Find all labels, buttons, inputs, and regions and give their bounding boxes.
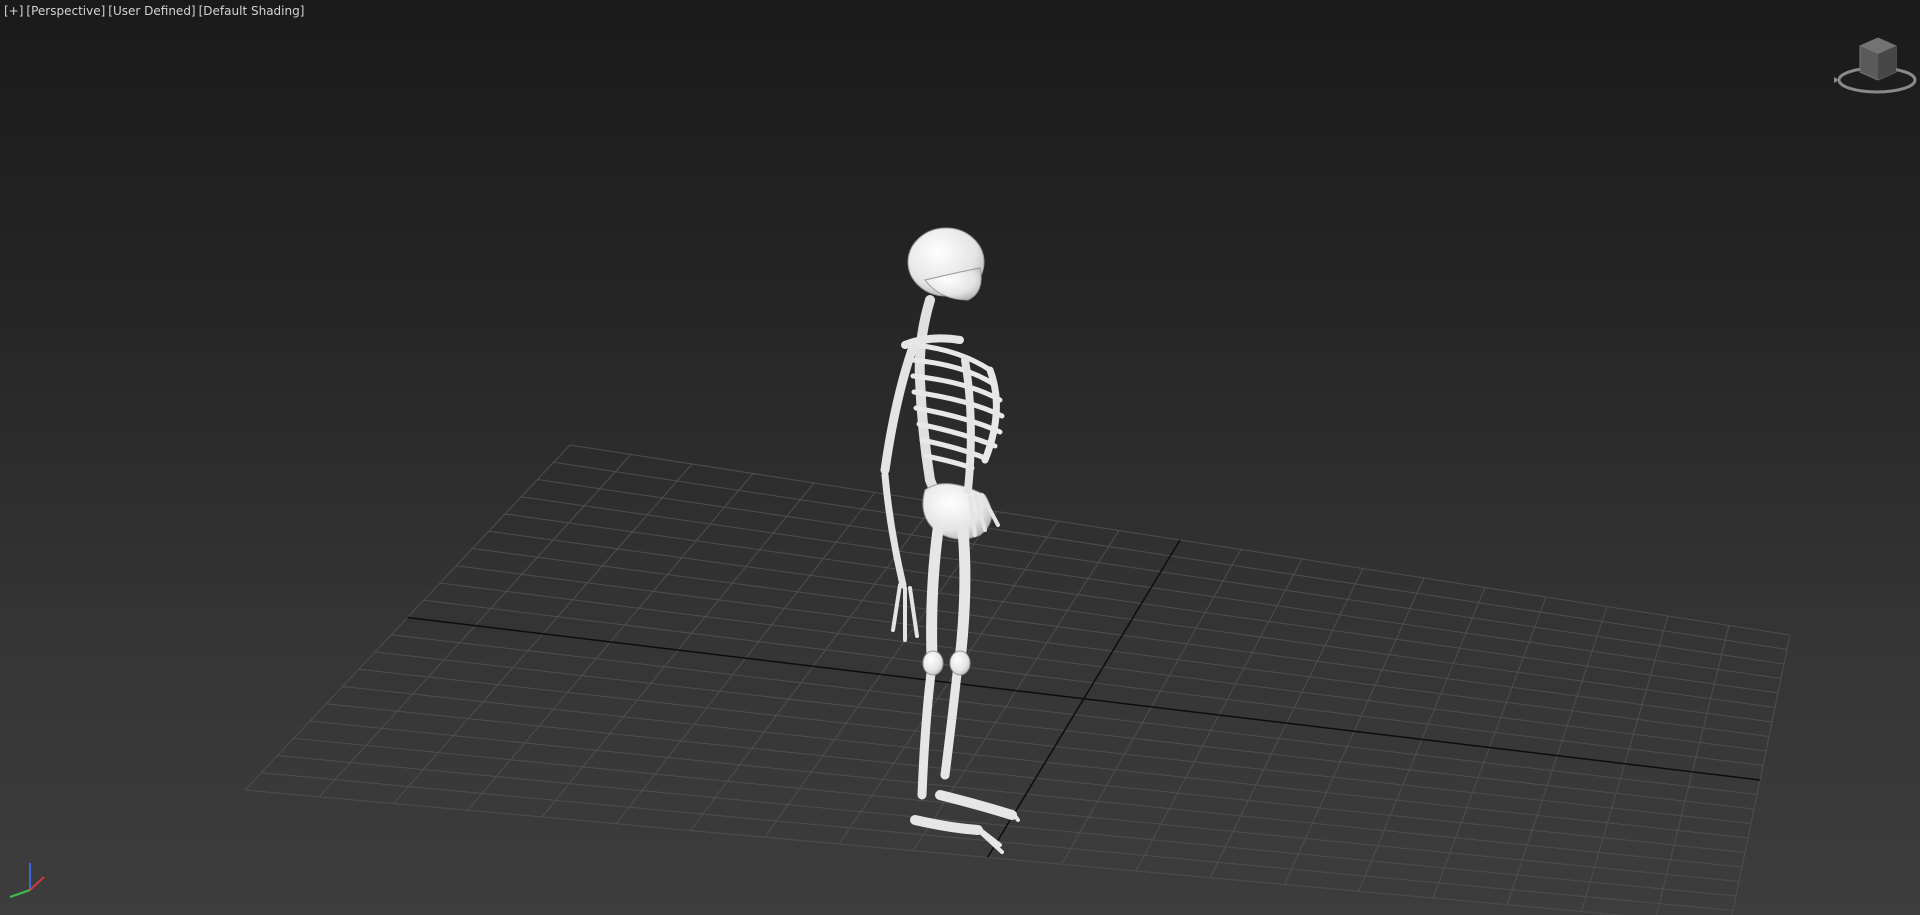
grid-axis-y: [986, 539, 1181, 858]
skeleton-clavicle: [901, 334, 964, 349]
skeleton-knee-left: [922, 650, 944, 676]
3d-viewport[interactable]: [+] [Perspective] [User Defined] [Defaul…: [0, 0, 1920, 915]
skeleton-leg-right: [935, 524, 1020, 822]
skeleton-spine: [914, 295, 950, 515]
grid-line: [1656, 625, 1730, 915]
skeleton-knee-right: [949, 650, 971, 676]
grid-axis-lines: [407, 539, 1761, 858]
viewcube-icon[interactable]: [1830, 28, 1920, 108]
grid-line: [1731, 634, 1791, 915]
skeleton-model[interactable]: [880, 227, 1020, 854]
home-grid: [244, 444, 1791, 915]
scene-canvas[interactable]: [0, 0, 1920, 915]
axis-tripod-icon: [9, 863, 45, 898]
